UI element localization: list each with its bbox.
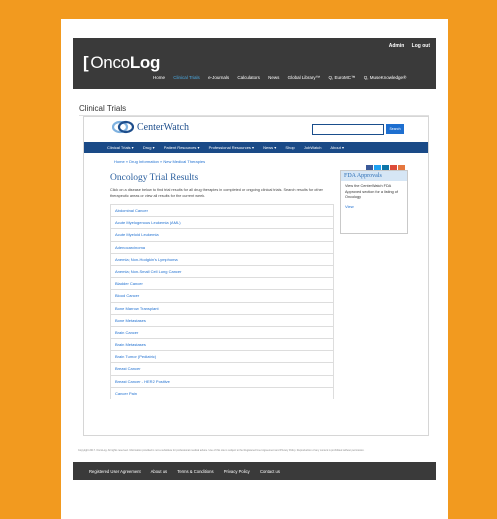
- nav-euromc[interactable]: Q, EuroMC™: [328, 75, 355, 80]
- centerwatch-header: CenterWatch Search: [84, 117, 428, 139]
- cw-search-button[interactable]: Search: [386, 124, 404, 134]
- copyright-fineprint: Copyright 2017. OncoLog. All rights rese…: [78, 449, 365, 452]
- fda-title: FDA Approvals: [341, 171, 407, 181]
- cw-nav-about[interactable]: About ▾: [330, 145, 344, 150]
- footer-contact[interactable]: Contact us: [260, 469, 280, 474]
- nav-clinical-trials[interactable]: Clinical Trials: [173, 75, 200, 80]
- logo-log: Log: [129, 53, 161, 72]
- list-item[interactable]: Breast Cancer: [110, 362, 334, 375]
- footer-user-agreement[interactable]: Registered User Agreement: [89, 469, 141, 474]
- fda-approvals-box: FDA Approvals View the CenterWatch FDA A…: [340, 170, 408, 234]
- nav-home[interactable]: Home: [153, 75, 165, 80]
- list-item[interactable]: Adenocarcinoma: [110, 240, 334, 253]
- cw-nav-drug[interactable]: Drug ▾: [143, 145, 155, 150]
- disease-list: Abdominal Cancer Acute Myelogenous Leuke…: [110, 204, 334, 399]
- cw-nav-clinical-trials[interactable]: Clinical Trials ▾: [107, 145, 134, 150]
- page-card: [OncoLog Admin Log out Home Clinical Tri…: [61, 19, 448, 519]
- oncolog-logo[interactable]: [OncoLog: [83, 53, 160, 73]
- list-item[interactable]: Anemia; Non-Hodgkin's Lymphoma: [110, 252, 334, 265]
- list-item[interactable]: Blood Cancer: [110, 289, 334, 302]
- footer-about[interactable]: About us: [151, 469, 168, 474]
- main-nav: Home Clinical Trials e-Journals Calculat…: [153, 75, 413, 80]
- list-item[interactable]: Brain Cancer: [110, 325, 334, 339]
- list-item[interactable]: Anemia; Non-Small Cell Lung Cancer: [110, 264, 334, 278]
- results-title: Oncology Trial Results: [110, 173, 199, 183]
- fda-body: View the CenterWatch FDA Approved sectio…: [345, 184, 398, 199]
- footer-terms[interactable]: Terms & Conditions: [177, 469, 213, 474]
- nav-global-library[interactable]: Global Library™: [288, 75, 321, 80]
- fda-view-link[interactable]: View: [341, 201, 407, 212]
- share-icons: [366, 159, 406, 172]
- logo-bracket: [: [83, 53, 89, 72]
- breadcrumb[interactable]: Home » Drug Information » New Medical Th…: [114, 159, 205, 164]
- oncolog-header: [OncoLog Admin Log out Home Clinical Tri…: [73, 38, 436, 89]
- list-item[interactable]: Bone Metastases: [110, 313, 334, 326]
- nav-e-journals[interactable]: e-Journals: [208, 75, 229, 80]
- account-links: Admin Log out: [383, 43, 430, 49]
- footer-privacy[interactable]: Privacy Policy: [224, 469, 250, 474]
- list-item[interactable]: Brain Tumor (Pediatric): [110, 350, 334, 363]
- site-footer: Registered User Agreement About us Terms…: [73, 462, 436, 480]
- list-item[interactable]: Breast Cancer - HER2 Positive: [110, 374, 334, 387]
- list-item[interactable]: Bone Marrow Transplant: [110, 301, 334, 314]
- logout-link[interactable]: Log out: [412, 43, 430, 49]
- nav-news[interactable]: News: [268, 75, 279, 80]
- cw-nav-jobwatch[interactable]: JobWatch: [304, 145, 322, 150]
- cw-nav-professional-resources[interactable]: Professional Resources ▾: [209, 145, 254, 150]
- admin-link[interactable]: Admin: [389, 43, 405, 49]
- list-item[interactable]: Acute Myeloid Leukemia: [110, 228, 334, 241]
- centerwatch-nav: Clinical Trials ▾ Drug ▾ Patient Resourc…: [84, 142, 428, 153]
- list-item[interactable]: Cancer Pain: [110, 386, 334, 399]
- list-item[interactable]: Bladder Cancer: [110, 277, 334, 290]
- list-item[interactable]: Brain Metastases: [110, 338, 334, 351]
- list-item[interactable]: Acute Myelogenous Leukemia (AML): [110, 216, 334, 229]
- centerwatch-logo-text: CenterWatch: [137, 122, 189, 133]
- page-title: Clinical Trials: [79, 104, 127, 113]
- nav-museknowledge[interactable]: Q, MuseKnowledge®: [364, 75, 407, 80]
- results-description: Click on a disease below to find trial r…: [110, 188, 323, 198]
- cw-nav-news[interactable]: News ▾: [263, 145, 276, 150]
- centerwatch-swirl-icon: [112, 120, 134, 134]
- nav-calculators[interactable]: Calculators: [237, 75, 260, 80]
- logo-onco: Onco: [90, 53, 130, 72]
- cw-nav-shop[interactable]: Shop: [285, 145, 294, 150]
- centerwatch-frame: CenterWatch Search Clinical Trials ▾ Dru…: [83, 116, 429, 436]
- list-item[interactable]: Abdominal Cancer: [110, 204, 334, 217]
- cw-nav-patient-resources[interactable]: Patient Resources ▾: [164, 145, 200, 150]
- cw-search-input[interactable]: [312, 124, 384, 135]
